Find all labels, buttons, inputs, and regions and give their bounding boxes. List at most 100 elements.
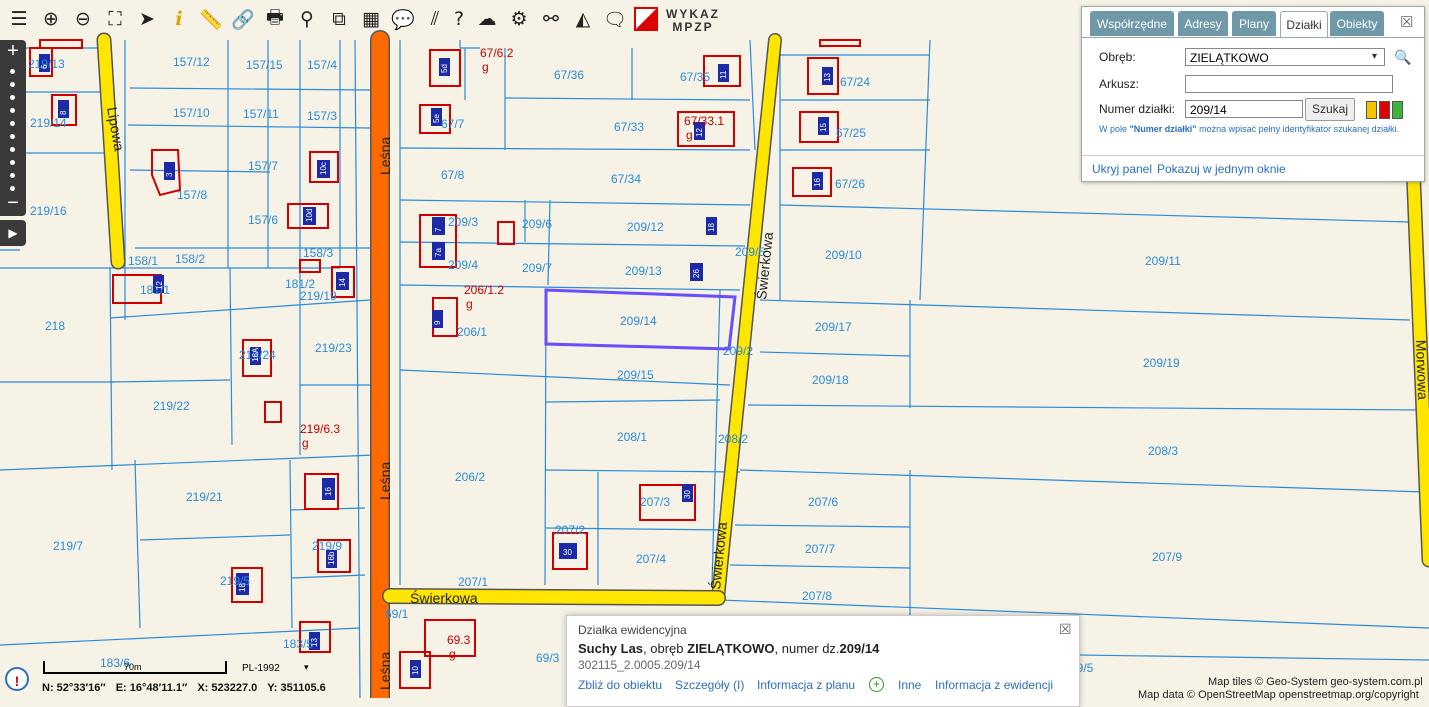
comment-icon[interactable]: 🗨	[602, 6, 628, 32]
mpzp-icon[interactable]	[634, 7, 658, 31]
cloud-icon[interactable]: ☁	[474, 6, 500, 32]
pointer-icon[interactable]: ➤	[134, 6, 160, 32]
street-label: Leśna	[377, 462, 393, 500]
parcel-label: 158/1	[128, 254, 158, 268]
pin-icon[interactable]: ⚲	[294, 6, 320, 32]
chevron-down-icon[interactable]: ▾	[1372, 51, 1377, 62]
house-number: 12	[695, 128, 704, 137]
hide-panel-link[interactable]: Ukryj panel	[1092, 162, 1152, 176]
house-number: 16	[324, 487, 333, 496]
zoom-level[interactable]	[10, 134, 15, 139]
layout-icon[interactable]: ▦	[358, 6, 384, 32]
crs-select[interactable]: PL-1992 ▾	[232, 662, 318, 676]
plan-info-link[interactable]: Informacja z planu	[757, 678, 855, 692]
coord-x: X: 523227.0	[197, 682, 258, 694]
parcel-label: 157/7	[248, 159, 278, 173]
parcel-label: 207/4	[636, 552, 666, 566]
single-window-link[interactable]: Pokazuj w jednym oknie	[1157, 162, 1286, 176]
measure-icon[interactable]: 📏	[198, 6, 224, 32]
numer-input[interactable]: 209/14	[1185, 100, 1303, 118]
tab-dzialki[interactable]: Działki	[1280, 11, 1328, 37]
tab-adresy[interactable]: Adresy	[1178, 11, 1228, 36]
osm-attribution[interactable]: Map data © OpenStreetMap openstreetmap.o…	[1138, 689, 1419, 701]
close-icon[interactable]: ☒	[1400, 13, 1413, 31]
panel-divider	[1082, 155, 1424, 156]
area-icon[interactable]: ◭	[570, 6, 596, 32]
parcel-label: 209/19	[1143, 356, 1180, 370]
close-icon[interactable]: ☒	[1059, 621, 1072, 638]
other-link[interactable]: Inne	[898, 678, 921, 692]
details-link[interactable]: Szczegóły (I)	[675, 678, 744, 692]
building-label: 206/1.2	[464, 283, 504, 297]
numer-label: Numer działki:	[1099, 102, 1176, 116]
swatch-green[interactable]	[1392, 101, 1403, 119]
parcel-label: 206/1	[457, 325, 487, 339]
parcel-label: 157/10	[173, 106, 210, 120]
building-suffix: g	[449, 647, 456, 661]
zoom-out-icon[interactable]: ⊖	[70, 6, 96, 32]
tab-divider	[1082, 37, 1424, 38]
building-label: 67/6.2	[480, 46, 514, 60]
parcel-label: 67/24	[840, 75, 870, 89]
swatch-yellow[interactable]	[1366, 101, 1377, 119]
zoom-in-icon[interactable]: ⊕	[38, 6, 64, 32]
copy-icon[interactable]: ⧉	[326, 6, 352, 32]
settings-icon[interactable]: ⚙	[506, 6, 532, 32]
zoom-extent-icon[interactable]: ⛶	[102, 6, 128, 32]
tab-plany[interactable]: Plany	[1232, 11, 1276, 36]
house-number: 26	[692, 269, 701, 278]
zoom-level[interactable]	[10, 147, 15, 152]
parcel-label: 219/23	[315, 341, 352, 355]
hint-bold: "Numer działki"	[1129, 124, 1197, 134]
parcel-label: 207/1	[458, 575, 488, 589]
print-icon[interactable]: 🖶	[262, 6, 288, 32]
zoom-level[interactable]	[10, 95, 15, 100]
layers-icon[interactable]: ☰	[6, 6, 32, 32]
parcel-label: 207/3	[640, 495, 670, 509]
parcel-label: 207/9	[1152, 550, 1182, 564]
parcel-label: 207/7	[805, 542, 835, 556]
tab-obiekty[interactable]: Obiekty	[1330, 11, 1384, 36]
alert-icon[interactable]: !	[5, 667, 29, 691]
zoom-in-button[interactable]: +	[0, 41, 26, 61]
parcel-label: 219/21	[186, 490, 223, 504]
link-icon[interactable]: 🔗	[230, 6, 256, 32]
zoom-level[interactable]	[10, 160, 15, 165]
hatch-icon[interactable]: ⫽	[422, 6, 448, 32]
zoom-to-object-link[interactable]: Zbliż do obiektu	[578, 678, 662, 692]
zoom-level[interactable]	[10, 121, 15, 126]
search-map-icon[interactable]: ⚯	[538, 6, 564, 32]
street-label: Morwowa	[1413, 340, 1429, 401]
parcel-label: 67/33	[614, 120, 644, 134]
arkusz-input[interactable]	[1185, 75, 1393, 93]
zoom-level[interactable]	[10, 186, 15, 191]
parcel-label: 67/35	[680, 70, 710, 84]
plus-icon[interactable]: +	[869, 677, 884, 692]
parcel-label: 209/17	[815, 320, 852, 334]
house-number: 5e	[432, 114, 441, 123]
parcel-label: 158/2	[175, 252, 205, 266]
zoom-level[interactable]	[10, 108, 15, 113]
zoom-out-button[interactable]: −	[0, 193, 26, 213]
zoom-level[interactable]	[10, 173, 15, 178]
zoom-level[interactable]	[10, 69, 15, 74]
expand-panel-button[interactable]: ▶	[0, 220, 26, 246]
hint-suffix: można wpisać pełny identyfikator szukane…	[1196, 124, 1400, 134]
house-number: 5d	[440, 64, 449, 73]
search-icon[interactable]: 🔍	[1394, 49, 1411, 66]
bubble-icon[interactable]: 💬	[390, 6, 416, 32]
help-icon[interactable]: ?	[446, 6, 472, 32]
registry-info-link[interactable]: Informacja z ewidencji	[935, 678, 1053, 692]
info-icon[interactable]: i	[166, 6, 192, 32]
tab-wspolrzedne[interactable]: Współrzędne	[1090, 11, 1174, 36]
parcel-label: 209/3	[448, 215, 478, 229]
hint-text: W pole "Numer działki" można wpisać pełn…	[1099, 124, 1399, 134]
search-button[interactable]: Szukaj	[1305, 98, 1355, 121]
parcel-label: 157/11	[243, 107, 279, 121]
wykaz-mpzp-button[interactable]: WYKAZ MPZP	[666, 8, 720, 34]
zoom-level[interactable]	[10, 82, 15, 87]
zoom-bar: + −	[0, 40, 26, 216]
obreb-select[interactable]: ZIELĄTKOWO	[1185, 48, 1385, 66]
swatch-red[interactable]	[1379, 101, 1390, 119]
house-number: 18	[707, 223, 716, 232]
